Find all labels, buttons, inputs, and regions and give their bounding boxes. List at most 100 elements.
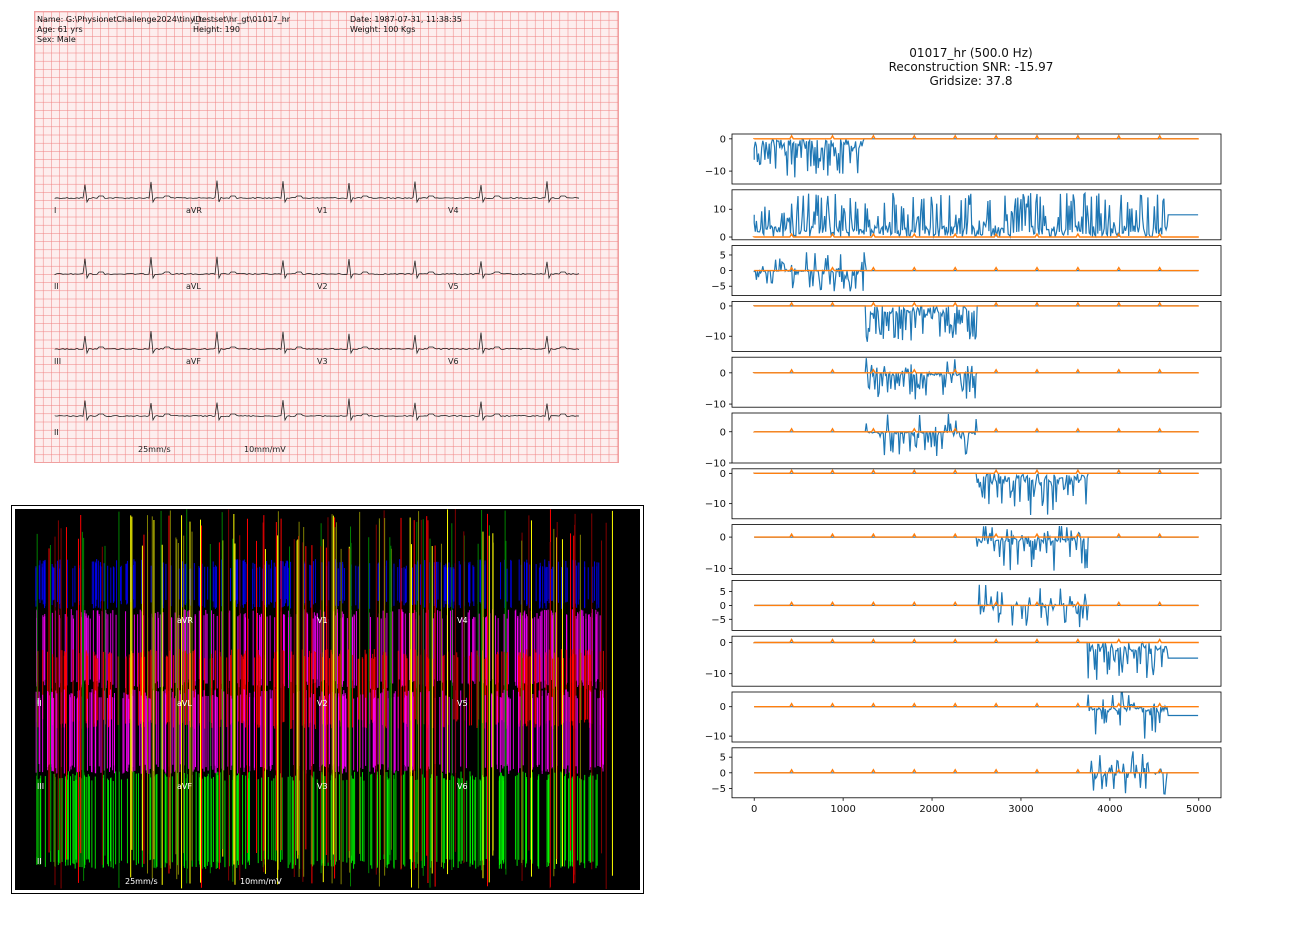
ground-truth-line	[754, 768, 1199, 774]
ground-truth-line	[752, 468, 1199, 474]
reconstruction-line	[753, 191, 1199, 239]
ground-truth-line	[753, 638, 1199, 644]
ecg-header-sex: Sex: Male	[37, 35, 76, 44]
ecg-grid	[35, 12, 618, 462]
ecg-header-height: Height: 190	[193, 25, 240, 34]
mask-lead-label: aVF	[177, 782, 192, 791]
subplot-10: 0 −10	[705, 635, 1222, 687]
y-tick-label: 5	[720, 753, 726, 764]
mask-lead-label: V4	[457, 616, 468, 625]
ecg-header-id: ID:	[193, 15, 205, 24]
reconstruction-line	[753, 252, 1199, 292]
reconstruction-line	[754, 525, 1199, 571]
ground-truth-line	[752, 368, 1199, 374]
ecg-header-age: Age: 61 yrs	[37, 25, 83, 34]
ecg-header-name: Name: G:\PhysionetChallenge2024\tiny_tes…	[37, 15, 291, 24]
lead-label-V6: V6	[448, 357, 459, 366]
y-tick-label: 0	[720, 301, 726, 312]
lead-label-III: III	[54, 357, 62, 366]
subplot-frame	[731, 691, 1222, 743]
subplot-5: 0 −10	[705, 356, 1222, 411]
subplot-2: 10 0	[713, 189, 1222, 244]
y-tick-label: −10	[705, 499, 726, 510]
y-tick-label: 10	[713, 205, 726, 216]
y-tick-label: −10	[705, 459, 726, 470]
mask-traces: IaVR V1 V4II aVL V2 V5III aVF V3 V6II25mm/s 10mm/…	[35, 509, 613, 889]
reconstruction-line	[754, 692, 1199, 739]
y-tick-label: −10	[705, 332, 726, 343]
reconstruction-title: 01017_hr (500.0 Hz) Reconstruction SNR: …	[836, 46, 1106, 88]
ground-truth-line	[754, 601, 1199, 607]
mask-image: IaVR V1 V4 II aVL V2 V5 III aVF V3 V6 II 25mm/s 10mm/…	[15, 509, 640, 890]
y-tick-label: 0	[720, 601, 726, 612]
lead-label-V2: V2	[317, 282, 328, 291]
subplot-4: 0 −10	[705, 300, 1222, 352]
lead-label-aVL: aVL	[186, 282, 201, 291]
mask-lead-label: V2	[317, 699, 328, 708]
mask-lead-label: V3	[317, 782, 328, 791]
lead-label-V3: V3	[317, 357, 328, 366]
y-tick-label: 0	[720, 233, 726, 244]
subplot-11: 0 −10	[705, 691, 1222, 743]
x-tick-label: 4000	[1097, 804, 1122, 815]
y-tick-label: −5	[711, 615, 726, 626]
title-line-gridsize: Gridsize: 37.8	[929, 74, 1013, 88]
ecg-header-date: Date: 1987-07-31, 11:38:35	[350, 15, 462, 24]
lead-label-aVF: aVF	[186, 357, 201, 366]
y-tick-label: 0	[720, 638, 726, 649]
y-tick-label: 0	[720, 469, 726, 480]
gain-label: 10mm/mV	[244, 445, 286, 454]
title-line-record: 01017_hr (500.0 Hz)	[909, 46, 1033, 60]
y-tick-label: 0	[720, 702, 726, 713]
y-tick-label: −10	[705, 400, 726, 411]
y-tick-label: 0	[720, 368, 726, 379]
title-line-snr: Reconstruction SNR: -15.97	[888, 60, 1054, 74]
mask-image-panel: IaVR V1 V4 II aVL V2 V5 III aVF V3 V6 II 25mm/s 10mm/…	[11, 505, 644, 894]
x-tick-label: 3000	[1008, 804, 1033, 815]
ground-truth-line	[754, 266, 1199, 272]
ecg-image-panel: Name: G:\PhysionetChallenge2024\tiny_tes…	[34, 11, 619, 463]
y-tick-label: 0	[720, 427, 726, 438]
subplot-1: 0 −10	[705, 133, 1222, 185]
y-tick-label: 0	[720, 134, 726, 145]
lead-label-V5: V5	[448, 282, 459, 291]
subplot-9: 5 0 −5	[711, 579, 1222, 631]
ecg-header-weight: Weight: 100 Kgs	[350, 25, 416, 34]
x-tick-label: 1000	[830, 804, 855, 815]
y-tick-label: −10	[705, 167, 726, 178]
mask-lead-label: V1	[317, 616, 328, 625]
lead-label-II-rhythm: II	[54, 428, 59, 437]
x-tick-label: 5000	[1186, 804, 1211, 815]
y-tick-label: −10	[705, 564, 726, 575]
lead-label-II: II	[54, 282, 59, 291]
y-tick-label: 0	[720, 533, 726, 544]
subplot-12: 5 0 −5	[711, 747, 1222, 799]
subplot-frame	[731, 356, 1222, 408]
mask-lead-label: II	[37, 857, 42, 866]
ground-truth-line	[752, 134, 1199, 140]
subplot-frame	[731, 524, 1222, 576]
y-tick-label: −5	[711, 784, 726, 795]
subplot-3: 5 0 −5	[711, 245, 1222, 296]
mask-lead-label: aVR	[177, 616, 193, 625]
lead-label-I: I	[54, 206, 57, 215]
reconstruction-line	[752, 358, 1199, 400]
reconstruction-subplots: 0−1010050−50−100−100−100−100−1050−50−100…	[705, 133, 1222, 815]
mask-footer-label: 10mm/mV	[240, 877, 282, 886]
reconstruction-line	[753, 305, 1199, 342]
ground-truth-line	[752, 301, 1199, 307]
x-tick-label: 0	[751, 804, 757, 815]
mask-lead-label: II	[37, 699, 42, 708]
mask-footer-label: 25mm/s	[125, 877, 158, 886]
y-tick-label: −10	[705, 732, 726, 743]
x-tick-label: 2000	[919, 804, 944, 815]
subplot-6: 0 −10	[705, 412, 1222, 470]
ground-truth-line	[754, 532, 1199, 538]
reconstruction-line	[753, 138, 1199, 178]
lead-label-aVR: aVR	[186, 206, 202, 215]
y-tick-label: −5	[711, 282, 726, 293]
subplot-7: 0 −10	[705, 468, 1222, 520]
mask-lead-label: V6	[457, 782, 468, 791]
y-tick-label: −10	[705, 669, 726, 680]
subplot-frame	[731, 133, 1222, 185]
